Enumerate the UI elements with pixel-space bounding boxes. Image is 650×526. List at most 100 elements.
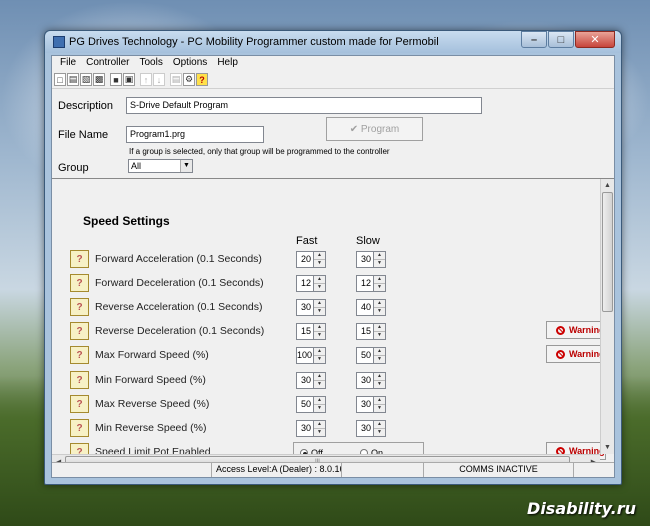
- increment-icon[interactable]: ▲: [314, 348, 325, 355]
- fast-value[interactable]: 30: [296, 372, 314, 389]
- increment-icon[interactable]: ▲: [374, 348, 385, 355]
- print-icon[interactable]: ▩: [93, 73, 105, 86]
- upload-icon[interactable]: ↑: [140, 73, 152, 86]
- fast-value[interactable]: 30: [296, 299, 314, 316]
- vertical-scroll-thumb[interactable]: [602, 192, 613, 312]
- fast-value[interactable]: 20: [296, 251, 314, 268]
- increment-icon[interactable]: ▲: [374, 324, 385, 331]
- new-file-icon[interactable]: □: [54, 73, 66, 86]
- menu-file[interactable]: File: [55, 56, 81, 70]
- help-button[interactable]: ?: [70, 322, 89, 340]
- document-icon[interactable]: ▤: [170, 73, 182, 86]
- slow-value[interactable]: 40: [356, 299, 374, 316]
- settings-icon[interactable]: ⚙: [183, 73, 195, 86]
- slow-stepper[interactable]: 40 ▲ ▼: [356, 299, 386, 316]
- fast-stepper[interactable]: 30 ▲ ▼: [296, 420, 326, 437]
- save-icon[interactable]: ■: [110, 73, 122, 86]
- fast-value[interactable]: 15: [296, 323, 314, 340]
- decrement-icon[interactable]: ▼: [374, 331, 385, 339]
- menu-help[interactable]: Help: [212, 56, 243, 70]
- decrement-icon[interactable]: ▼: [374, 380, 385, 388]
- increment-icon[interactable]: ▲: [314, 276, 325, 283]
- fast-stepper[interactable]: 100 ▲ ▼: [296, 347, 326, 364]
- help-button[interactable]: ?: [70, 250, 89, 268]
- warning-button[interactable]: Warning: [546, 345, 606, 363]
- slow-stepper[interactable]: 30 ▲ ▼: [356, 396, 386, 413]
- slow-stepper[interactable]: 30 ▲ ▼: [356, 251, 386, 268]
- fast-stepper[interactable]: 20 ▲ ▼: [296, 251, 326, 268]
- fast-stepper[interactable]: 50 ▲ ▼: [296, 396, 326, 413]
- filename-field[interactable]: Program1.prg: [126, 126, 264, 143]
- increment-icon[interactable]: ▲: [374, 300, 385, 307]
- scroll-up-icon[interactable]: ▲: [601, 179, 614, 192]
- decrement-icon[interactable]: ▼: [374, 283, 385, 291]
- decrement-icon[interactable]: ▼: [314, 428, 325, 436]
- help-button[interactable]: ?: [70, 371, 89, 389]
- minimize-button[interactable]: –: [521, 31, 547, 48]
- open-file-icon[interactable]: ▤: [67, 73, 79, 86]
- fast-value[interactable]: 30: [296, 420, 314, 437]
- slow-value[interactable]: 30: [356, 420, 374, 437]
- fast-value[interactable]: 50: [296, 396, 314, 413]
- slow-stepper[interactable]: 30 ▲ ▼: [356, 372, 386, 389]
- group-select[interactable]: All ▼: [128, 159, 193, 173]
- increment-icon[interactable]: ▲: [314, 300, 325, 307]
- increment-icon[interactable]: ▲: [374, 276, 385, 283]
- slow-stepper[interactable]: 12 ▲ ▼: [356, 275, 386, 292]
- decrement-icon[interactable]: ▼: [374, 428, 385, 436]
- increment-icon[interactable]: ▲: [374, 373, 385, 380]
- download-icon[interactable]: ↓: [153, 73, 165, 86]
- close-button[interactable]: ✕: [575, 31, 615, 48]
- decrement-icon[interactable]: ▼: [314, 259, 325, 267]
- decrement-icon[interactable]: ▼: [314, 404, 325, 412]
- help-button[interactable]: ?: [70, 419, 89, 437]
- help-button[interactable]: ?: [70, 346, 89, 364]
- slow-value[interactable]: 30: [356, 372, 374, 389]
- decrement-icon[interactable]: ▼: [374, 404, 385, 412]
- fast-stepper[interactable]: 12 ▲ ▼: [296, 275, 326, 292]
- decrement-icon[interactable]: ▼: [314, 307, 325, 315]
- slow-stepper[interactable]: 30 ▲ ▼: [356, 420, 386, 437]
- increment-icon[interactable]: ▲: [314, 373, 325, 380]
- decrement-icon[interactable]: ▼: [374, 355, 385, 363]
- slow-value[interactable]: 30: [356, 396, 374, 413]
- increment-icon[interactable]: ▲: [374, 252, 385, 259]
- scroll-down-icon[interactable]: ▼: [601, 441, 614, 454]
- menu-options[interactable]: Options: [168, 56, 212, 70]
- slow-value[interactable]: 50: [356, 347, 374, 364]
- slow-value[interactable]: 30: [356, 251, 374, 268]
- fast-value[interactable]: 100: [296, 347, 314, 364]
- menu-controller[interactable]: Controller: [81, 56, 134, 70]
- slow-stepper[interactable]: 15 ▲ ▼: [356, 323, 386, 340]
- fast-stepper[interactable]: 30 ▲ ▼: [296, 372, 326, 389]
- slow-value[interactable]: 12: [356, 275, 374, 292]
- increment-icon[interactable]: ▲: [374, 397, 385, 404]
- help-button[interactable]: ?: [70, 298, 89, 316]
- help-button[interactable]: ?: [70, 395, 89, 413]
- menu-tools[interactable]: Tools: [134, 56, 167, 70]
- vertical-scrollbar[interactable]: ▲ ▼: [600, 179, 614, 454]
- description-field[interactable]: S-Drive Default Program: [126, 97, 482, 114]
- warning-button[interactable]: Warning: [546, 321, 606, 339]
- increment-icon[interactable]: ▲: [314, 421, 325, 428]
- decrement-icon[interactable]: ▼: [314, 355, 325, 363]
- slow-value[interactable]: 15: [356, 323, 374, 340]
- decrement-icon[interactable]: ▼: [374, 259, 385, 267]
- decrement-icon[interactable]: ▼: [374, 307, 385, 315]
- increment-icon[interactable]: ▲: [374, 421, 385, 428]
- help-icon[interactable]: ?: [196, 73, 208, 86]
- save-all-icon[interactable]: ▣: [123, 73, 135, 86]
- fast-value[interactable]: 12: [296, 275, 314, 292]
- increment-icon[interactable]: ▲: [314, 324, 325, 331]
- increment-icon[interactable]: ▲: [314, 397, 325, 404]
- decrement-icon[interactable]: ▼: [314, 283, 325, 291]
- fast-stepper[interactable]: 15 ▲ ▼: [296, 323, 326, 340]
- help-button[interactable]: ?: [70, 274, 89, 292]
- decrement-icon[interactable]: ▼: [314, 331, 325, 339]
- program-button[interactable]: ✔ Program: [326, 117, 423, 141]
- decrement-icon[interactable]: ▼: [314, 380, 325, 388]
- open-folder-icon[interactable]: ▧: [80, 73, 92, 86]
- fast-stepper[interactable]: 30 ▲ ▼: [296, 299, 326, 316]
- slow-stepper[interactable]: 50 ▲ ▼: [356, 347, 386, 364]
- increment-icon[interactable]: ▲: [314, 252, 325, 259]
